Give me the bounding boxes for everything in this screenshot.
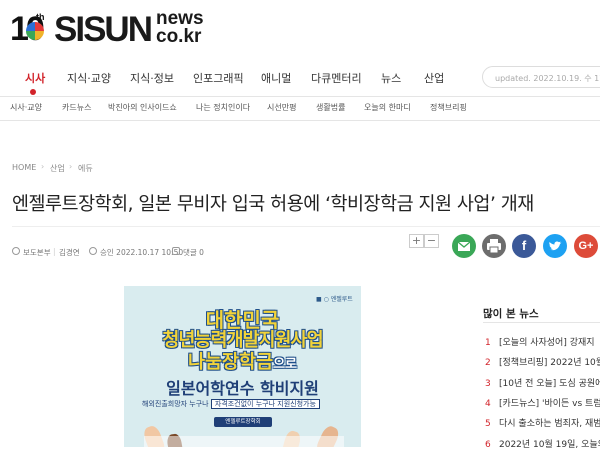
- nav-item-infographic[interactable]: 인포그래픽: [193, 70, 244, 86]
- popular-news-link[interactable]: [오늘의 사자성어] 강재지: [499, 338, 595, 348]
- popular-news-item[interactable]: 5 다시 출소하는 범죄자, 재범: [485, 416, 600, 429]
- rank-number: 1: [485, 338, 491, 348]
- comment-icon: [172, 247, 180, 255]
- clock-icon: [89, 247, 97, 255]
- meta-separator: |: [53, 247, 56, 256]
- popular-news-item[interactable]: 2 [정책브리핑] 2022년 10월: [485, 355, 600, 368]
- publish-date: 승인 2022.10.17 10:50: [100, 248, 184, 257]
- poster-pill-bottom: 엔젤루트장학회: [214, 417, 272, 427]
- subnav-item[interactable]: 시선만평: [267, 102, 296, 113]
- popular-news-link[interactable]: [10년 전 오늘] 도심 공원에: [499, 379, 600, 389]
- author: 보도본부: [23, 248, 51, 257]
- updated-timestamp: updated. 2022.10.19. 수 17:30: [482, 66, 600, 88]
- poster-logos: ■ ○ 엔젤루트: [316, 296, 353, 303]
- sub-nav: 시사·교양 카드뉴스 박진아의 인사이드쇼 나는 정치인이다 시선만평 생활법률…: [0, 97, 600, 119]
- reporter: 김경연: [59, 248, 80, 257]
- logo-cokr: co.kr: [156, 26, 202, 47]
- nav-item-sisa[interactable]: 시사: [25, 70, 45, 86]
- poster-pill: 해외진출희망자 누구나 자격조건없이 누구나 지원신청가능: [142, 399, 342, 412]
- poster-line-4: 일본어학연수 학비지원: [166, 379, 319, 398]
- font-decrease-button[interactable]: −: [424, 234, 439, 248]
- poster-line-3-main: 나눔장학금: [187, 352, 274, 373]
- user-icon: [12, 247, 20, 255]
- poster-pill-left: 해외진출희망자 누구나: [142, 400, 209, 408]
- article-headline: 엔젤루트장학회, 일본 무비자 입국 허용에 ‘학비장학금 지원 사업’ 개재: [12, 194, 534, 215]
- article-image[interactable]: ■ ○ 엔젤루트 대한민국 청년능력개발지원사업 나눔장학금으로 일본어학연수 …: [124, 286, 361, 447]
- subnav-item[interactable]: 카드뉴스: [62, 102, 91, 113]
- site-logo[interactable]: 10 th SISUN news co.kr: [10, 8, 230, 50]
- paper-illustration: [144, 436, 344, 447]
- comment-count[interactable]: 댓글 0: [183, 247, 204, 258]
- rank-number: 4: [485, 399, 491, 409]
- subnav-item[interactable]: 시사·교양: [10, 102, 42, 113]
- rank-number: 5: [485, 419, 491, 429]
- poster-line-3-suffix: 으로: [273, 357, 298, 372]
- popular-news-link[interactable]: [카드뉴스] '바이든 vs 트럼: [499, 399, 600, 409]
- nav-item-news[interactable]: 뉴스: [381, 70, 401, 86]
- subnav-item[interactable]: 오늘의 한마디: [364, 102, 411, 113]
- popular-news-link[interactable]: 다시 출소하는 범죄자, 재범: [499, 419, 600, 429]
- breadcrumb-edu[interactable]: 에듀: [78, 163, 93, 174]
- popular-news-item[interactable]: 6 2022년 10월 19일, 오늘의: [485, 437, 600, 450]
- chevron-right-icon: ›: [69, 162, 73, 171]
- nav-item-knowledge-info[interactable]: 지식·정보: [130, 70, 174, 86]
- nav-item-knowledge-culture[interactable]: 지식·교양: [67, 70, 111, 86]
- popular-news-item[interactable]: 3 [10년 전 오늘] 도심 공원에: [485, 376, 600, 389]
- breadcrumb-industry[interactable]: 산업: [50, 163, 65, 174]
- popular-news-link[interactable]: [정책브리핑] 2022년 10월: [499, 358, 600, 368]
- popular-news-item[interactable]: 1 [오늘의 사자성어] 강재지: [485, 335, 600, 348]
- google-plus-icon[interactable]: G+: [574, 234, 598, 258]
- nav-item-documentary[interactable]: 다큐멘터리: [311, 70, 362, 86]
- font-increase-button[interactable]: +: [409, 234, 424, 248]
- divider: [0, 120, 600, 121]
- nav-item-industry[interactable]: 산업: [424, 70, 444, 86]
- poster-pill-right: 자격조건없이 누구나 지원신청가능: [210, 399, 320, 409]
- logo-circle-icon: [26, 22, 44, 40]
- chevron-right-icon: ›: [41, 162, 45, 171]
- logo-sisun: SISUN: [54, 10, 153, 49]
- poster-line-3: 나눔장학금으로: [124, 348, 361, 374]
- active-indicator: [30, 89, 36, 95]
- logo-th: th: [36, 12, 45, 22]
- popular-news-title: 많이 본 뉴스: [483, 308, 539, 320]
- email-icon[interactable]: [452, 234, 476, 258]
- popular-news-item[interactable]: 4 [카드뉴스] '바이든 vs 트럼: [485, 396, 600, 409]
- rank-number: 3: [485, 379, 491, 389]
- divider: [12, 226, 600, 227]
- subnav-item[interactable]: 나는 정치인이다: [196, 102, 250, 113]
- print-icon[interactable]: [482, 234, 506, 258]
- facebook-icon[interactable]: f: [512, 234, 536, 258]
- subnav-item[interactable]: 생활법률: [316, 102, 345, 113]
- rank-number: 2: [485, 358, 491, 368]
- subnav-item[interactable]: 박진아의 인사이드쇼: [108, 102, 177, 113]
- divider: [483, 322, 600, 323]
- popular-news-link[interactable]: 2022년 10월 19일, 오늘의: [499, 440, 600, 450]
- rank-number: 6: [485, 440, 491, 450]
- nav-item-animal[interactable]: 애니멀: [261, 70, 291, 86]
- subnav-item[interactable]: 정책브리핑: [430, 102, 467, 113]
- logo-news: news: [156, 8, 204, 29]
- twitter-icon[interactable]: [543, 234, 567, 258]
- breadcrumb-home[interactable]: HOME: [12, 163, 36, 172]
